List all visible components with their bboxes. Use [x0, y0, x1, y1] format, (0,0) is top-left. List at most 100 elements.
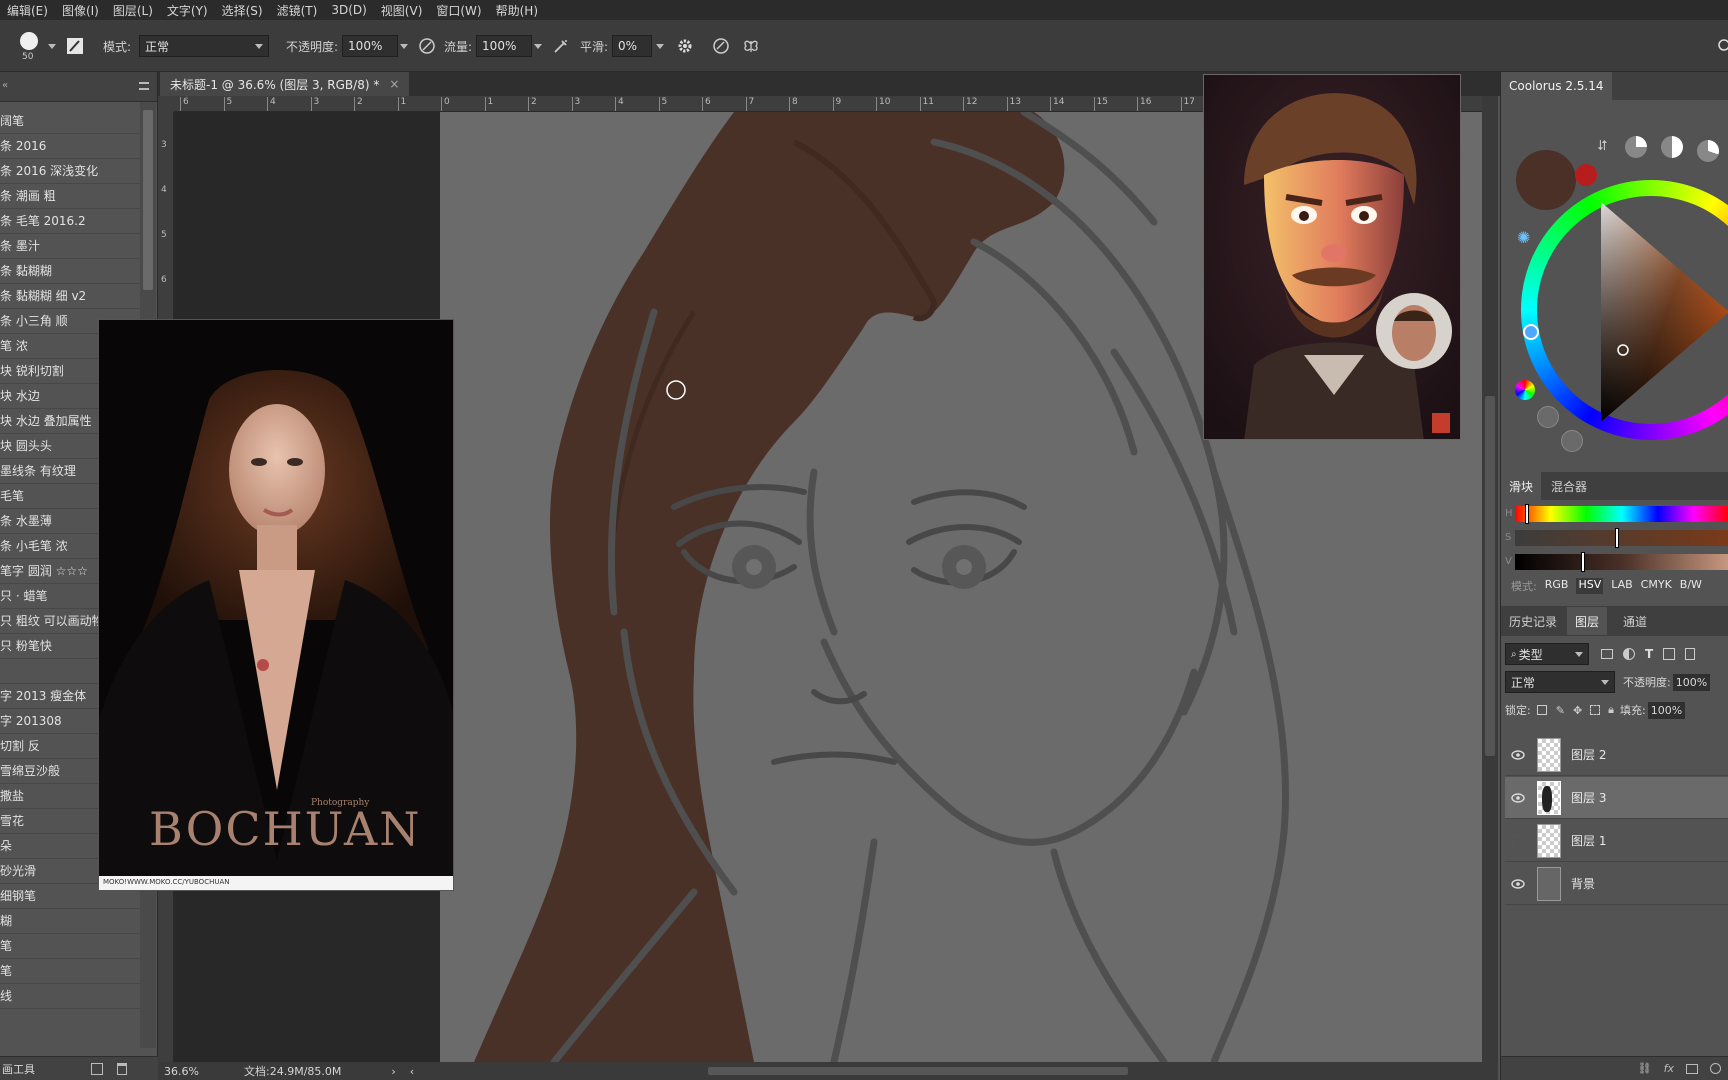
trash-icon[interactable] [117, 1062, 127, 1075]
saturation-slider-handle[interactable] [1615, 528, 1619, 548]
value-slider-handle[interactable] [1581, 552, 1585, 572]
reference-photo-window[interactable]: BOCHUAN Photography MOKO!WWW.MOKO.CC/YUB… [98, 319, 454, 891]
status-menu-arrow-icon[interactable]: › [391, 1065, 395, 1078]
menu-3d[interactable]: 3D(D) [324, 3, 373, 17]
tab-channels[interactable]: 通道 [1615, 607, 1655, 635]
fill-value[interactable]: 100% [1647, 701, 1686, 719]
document-size[interactable]: 文档:24.9M/85.0M [244, 1063, 341, 1079]
swap-colors-icon[interactable]: ⮃ [1597, 138, 1608, 154]
menu-view[interactable]: 视图(V) [374, 2, 430, 19]
brush-preset-item[interactable]: 条 黏糊糊 [0, 259, 140, 284]
symmetry-butterfly-icon[interactable] [740, 35, 762, 57]
filter-shape-icon[interactable] [1663, 648, 1676, 660]
tab-layers[interactable]: 图层 [1567, 607, 1608, 635]
layer-style-fx-icon[interactable]: fx [1664, 1062, 1674, 1075]
chevron-down-icon[interactable] [534, 43, 543, 49]
pressure-opacity-icon[interactable] [416, 35, 438, 57]
brush-preset-item[interactable]: 条 2016 [0, 134, 140, 159]
mode-bw[interactable]: B/W [1680, 578, 1702, 594]
layer-row-background[interactable]: 背景 [1505, 863, 1728, 905]
mode-select[interactable]: 正常 [139, 35, 270, 57]
layer-opacity-value[interactable]: 100% [1672, 673, 1711, 691]
gear-icon[interactable] [674, 35, 696, 57]
wheel-mode-2-icon[interactable] [1661, 136, 1683, 158]
horizontal-scrollbar-thumb[interactable] [708, 1067, 1128, 1075]
layer-row-layer-3[interactable]: 图层 3 [1505, 777, 1728, 819]
layer-name[interactable]: 背景 [1571, 875, 1595, 892]
menu-window[interactable]: 窗口(W) [429, 2, 488, 19]
lock-all-icon[interactable]: 🔒︎ [1608, 703, 1614, 717]
airbrush-icon[interactable] [550, 35, 572, 57]
layer-name[interactable]: 图层 1 [1571, 832, 1606, 849]
pressure-size-icon[interactable] [710, 35, 732, 57]
tab-mixer[interactable]: 混合器 [1543, 472, 1595, 500]
scrollbar-thumb[interactable] [143, 110, 153, 290]
chevron-down-icon[interactable] [656, 43, 665, 49]
panel-collapse-icon[interactable]: « [2, 80, 8, 91]
wheel-mode-3-icon[interactable] [1697, 140, 1719, 162]
reference-illustration-window[interactable] [1203, 74, 1461, 440]
layer-filter-select[interactable]: ⌕ 类型 [1505, 643, 1589, 665]
brush-preset-item[interactable]: 条 墨汁 [0, 234, 140, 259]
menu-image[interactable]: 图像(I) [55, 2, 106, 19]
lock-pixels-icon[interactable]: ✎ [1556, 704, 1565, 717]
add-mask-icon[interactable] [1686, 1063, 1698, 1074]
brush-preset-item[interactable]: 笔 [0, 959, 140, 984]
tab-history[interactable]: 历史记录 [1501, 607, 1565, 635]
current-color-swatch[interactable] [1516, 150, 1576, 210]
tab-coolorus[interactable]: Coolorus 2.5.14 [1501, 72, 1612, 100]
brush-preset-item[interactable]: 糊 [0, 909, 140, 934]
lock-position-icon[interactable]: ✥ [1573, 704, 1582, 717]
brush-preset-item[interactable]: 笔 [0, 934, 140, 959]
menu-layer[interactable]: 图层(L) [106, 2, 160, 19]
mode-rgb[interactable]: RGB [1545, 578, 1569, 594]
mode-hsv[interactable]: HSV [1576, 578, 1604, 594]
saturation-slider[interactable] [1515, 528, 1728, 548]
wheel-mode-1-icon[interactable] [1625, 136, 1647, 158]
panel-menu-icon[interactable] [139, 82, 149, 90]
layer-row-layer-1[interactable]: 图层 1 [1505, 820, 1728, 862]
hue-slider[interactable] [1515, 504, 1728, 524]
brush-preset-picker[interactable]: 50 [14, 20, 56, 72]
color-harmony-icon[interactable] [1515, 380, 1535, 400]
mode-cmyk[interactable]: CMYK [1641, 578, 1672, 594]
eye-icon[interactable] [1505, 878, 1531, 889]
close-icon[interactable]: × [389, 77, 399, 91]
vertical-scrollbar[interactable] [1482, 96, 1498, 1062]
layer-name[interactable]: 图层 2 [1571, 746, 1606, 763]
sun-icon[interactable]: ✺ [1517, 228, 1530, 247]
lock-artboard-icon[interactable] [1590, 705, 1601, 715]
eye-icon[interactable] [1505, 749, 1531, 760]
brush-preset-item[interactable]: 条 毛笔 2016.2 [0, 209, 140, 234]
scrollbar-thumb[interactable] [1485, 396, 1495, 756]
menu-select[interactable]: 选择(S) [215, 2, 270, 19]
chevron-down-icon[interactable] [400, 43, 409, 49]
brush-preset-item[interactable]: 线 [0, 984, 140, 1009]
tab-sliders[interactable]: 滑块 [1501, 472, 1542, 500]
saturation-value-triangle[interactable] [1589, 192, 1728, 422]
brush-preset-item[interactable]: 阔笔 [0, 109, 140, 134]
brush-preset-item[interactable]: 条 2016 深浅变化 [0, 159, 140, 184]
menu-help[interactable]: 帮助(H) [489, 2, 545, 19]
filter-pixel-icon[interactable] [1601, 649, 1613, 659]
filter-smartobject-icon[interactable] [1685, 648, 1696, 660]
value-slider[interactable] [1515, 552, 1728, 572]
smoothing-input[interactable]: 0% [612, 35, 653, 57]
square-mode-icon[interactable] [1561, 430, 1583, 452]
document-tab[interactable]: 未标题-1 @ 36.6% (图层 3, RGB/8) * × [160, 72, 410, 96]
new-preset-icon[interactable] [91, 1062, 103, 1075]
flow-input[interactable]: 100% [476, 35, 533, 57]
link-layers-icon[interactable]: ⛓ [1638, 1062, 1652, 1075]
brush-settings-panel-icon[interactable] [64, 35, 86, 57]
triangle-mode-icon[interactable] [1537, 406, 1559, 428]
lock-transparency-icon[interactable] [1536, 705, 1547, 715]
menu-edit[interactable]: 编辑(E) [0, 2, 55, 19]
scroll-left-arrow-icon[interactable]: ‹ [410, 1065, 414, 1078]
layer-row-layer-2[interactable]: 图层 2 [1505, 734, 1728, 776]
hue-slider-handle[interactable] [1525, 504, 1529, 524]
opacity-input[interactable]: 100% [342, 35, 399, 57]
brush-preset-item[interactable]: 条 潮画 粗 [0, 184, 140, 209]
zoom-level[interactable]: 36.6% [158, 1065, 228, 1078]
layer-blend-select[interactable]: 正常 [1505, 671, 1615, 693]
mode-lab[interactable]: LAB [1611, 578, 1632, 594]
